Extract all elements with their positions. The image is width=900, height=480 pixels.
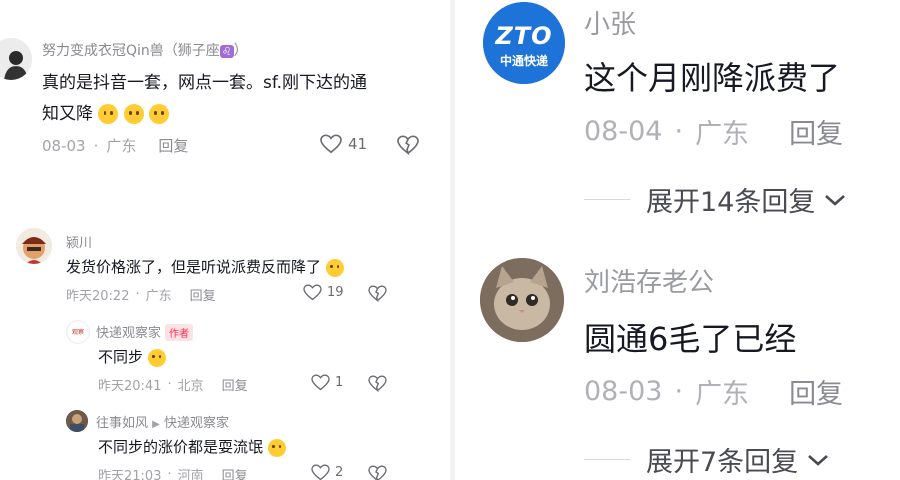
dislike-icon[interactable] <box>368 465 387 480</box>
reply-meta: 昨天20:41 · 北京 回复 <box>98 375 248 394</box>
avatar[interactable] <box>16 228 52 264</box>
separator-dot: · <box>167 377 172 392</box>
comment-meta: 昨天20:22 · 广东 回复 <box>66 285 216 304</box>
right-comment-panel: ZTO 中通快递 小张 这个月刚降派费了 08-04 · 广东 回复 展开14条… <box>455 0 900 480</box>
heart-icon <box>320 134 342 154</box>
reply-username[interactable]: 快递观察家 作者 <box>96 322 194 341</box>
comment-date: 昨天20:22 <box>66 289 130 304</box>
comment-meta: 08-04 · 广东 回复 <box>584 112 843 151</box>
dislike-icon[interactable] <box>368 285 387 302</box>
reply-date: 昨天20:41 <box>98 379 162 394</box>
heart-icon <box>311 464 330 480</box>
like-count: 19 <box>327 285 344 300</box>
heart-icon <box>303 284 322 301</box>
comment-date: 08-04 <box>584 116 663 147</box>
reply-location: 河南 <box>177 469 204 480</box>
divider-line <box>584 199 630 200</box>
like-button[interactable]: 41 <box>320 134 367 154</box>
dislike-icon[interactable] <box>397 135 419 155</box>
cartoon-avatar-icon <box>16 228 52 264</box>
laugh-cry-emoji-icon <box>147 348 166 367</box>
comment-location: 广东 <box>695 119 750 150</box>
comment-location: 广东 <box>145 289 172 304</box>
reply-target-username[interactable]: 快递观察家 <box>164 416 229 431</box>
expand-replies-button[interactable]: 展开7条回复 <box>584 440 830 479</box>
comment-meta: 08-03 · 广东 回复 <box>42 135 188 156</box>
left-comment-panel: 努力变成衣冠Qin兽（狮子座 ♌） 真的是抖音一套，网点一套。sf.刚下达的通 知… <box>0 0 450 480</box>
svg-text:观察: 观察 <box>72 328 84 336</box>
zto-logo-subtext: 中通快递 <box>499 54 548 68</box>
reply-button[interactable]: 回复 <box>158 135 188 156</box>
dislike-icon[interactable] <box>368 375 387 392</box>
expand-replies-button[interactable]: 展开14条回复 <box>584 180 847 219</box>
expand-replies-label: 展开14条回复 <box>646 187 816 218</box>
heart-icon <box>311 374 330 391</box>
reply-text: 不同步 <box>98 346 166 367</box>
separator-dot: · <box>167 467 172 480</box>
reply-username[interactable]: 往事如风 ▶ 快递观察家 <box>96 412 229 431</box>
comment-username[interactable]: 小张 <box>584 4 636 41</box>
comment-location: 广东 <box>106 137 137 155</box>
comment-text: 这个月刚降派费了 <box>584 59 841 97</box>
comment-username[interactable]: 刘浩存老公 <box>584 262 714 299</box>
laugh-cry-emoji-icon <box>149 104 170 124</box>
like-count: 41 <box>348 135 368 153</box>
author-badge: 作者 <box>165 324 194 341</box>
comment-meta: 08-03 · 广东 回复 <box>584 372 843 411</box>
comment-text-line: 真的是抖音一套，网点一套。sf.刚下达的通 <box>42 73 368 93</box>
like-button[interactable]: 1 <box>311 374 343 391</box>
reply-button[interactable]: 回复 <box>190 285 216 304</box>
like-button[interactable]: 19 <box>303 284 344 301</box>
reply-date: 昨天21:03 <box>98 469 162 480</box>
thinking-emoji-icon <box>325 258 344 277</box>
laugh-cry-emoji-icon <box>123 104 144 124</box>
avatar[interactable] <box>0 38 32 80</box>
separator-dot: · <box>135 287 140 302</box>
separator-dot: · <box>674 376 684 407</box>
avatar[interactable]: ZTO 中通快递 <box>483 2 565 84</box>
comment-date: 08-03 <box>584 376 663 407</box>
comment-text: 圆通6毛了已经 <box>584 320 797 358</box>
reply-text: 不同步的涨价都是耍流氓 <box>98 436 286 457</box>
comment-username[interactable]: 努力变成衣冠Qin兽（狮子座 ♌） <box>42 40 248 60</box>
reply-button[interactable]: 回复 <box>789 372 843 411</box>
reply-button[interactable]: 回复 <box>222 375 248 394</box>
reply-location: 北京 <box>177 379 204 394</box>
avatar[interactable]: 观察 <box>66 320 90 344</box>
laugh-cry-emoji-icon <box>98 104 119 124</box>
reply-button[interactable]: 回复 <box>789 112 843 151</box>
like-count: 1 <box>335 375 344 390</box>
comment-text: 发货价格涨了，但是听说派费反而降了 <box>66 256 344 277</box>
smirk-emoji-icon <box>267 438 286 457</box>
separator-dot: · <box>674 116 684 147</box>
chevron-down-icon <box>808 454 829 466</box>
observer-logo-icon: 观察 <box>68 322 88 342</box>
like-count: 2 <box>335 465 344 480</box>
avatar[interactable] <box>480 258 564 342</box>
like-button[interactable]: 2 <box>311 464 343 480</box>
chevron-down-icon <box>825 194 846 206</box>
reply-button[interactable]: 回复 <box>222 465 248 480</box>
reply-meta: 昨天21:03 · 河南 回复 <box>98 465 248 480</box>
separator-dot: · <box>93 136 99 155</box>
reply-arrow-icon: ▶ <box>152 419 160 430</box>
expand-replies-label: 展开7条回复 <box>646 447 799 478</box>
zto-logo-text: ZTO <box>495 22 553 50</box>
leo-icon: ♌ <box>219 45 234 58</box>
person-silhouette-icon <box>0 38 32 80</box>
comment-location: 广东 <box>695 379 750 410</box>
avatar[interactable] <box>66 410 88 432</box>
divider-line <box>584 459 630 460</box>
landscape-avatar-icon <box>66 410 88 432</box>
comment-date: 08-03 <box>42 136 86 155</box>
comment-text-line: 知又降 <box>42 99 170 124</box>
cat-photo-avatar-icon <box>480 258 564 342</box>
comment-username[interactable]: 颍川 <box>66 232 92 251</box>
